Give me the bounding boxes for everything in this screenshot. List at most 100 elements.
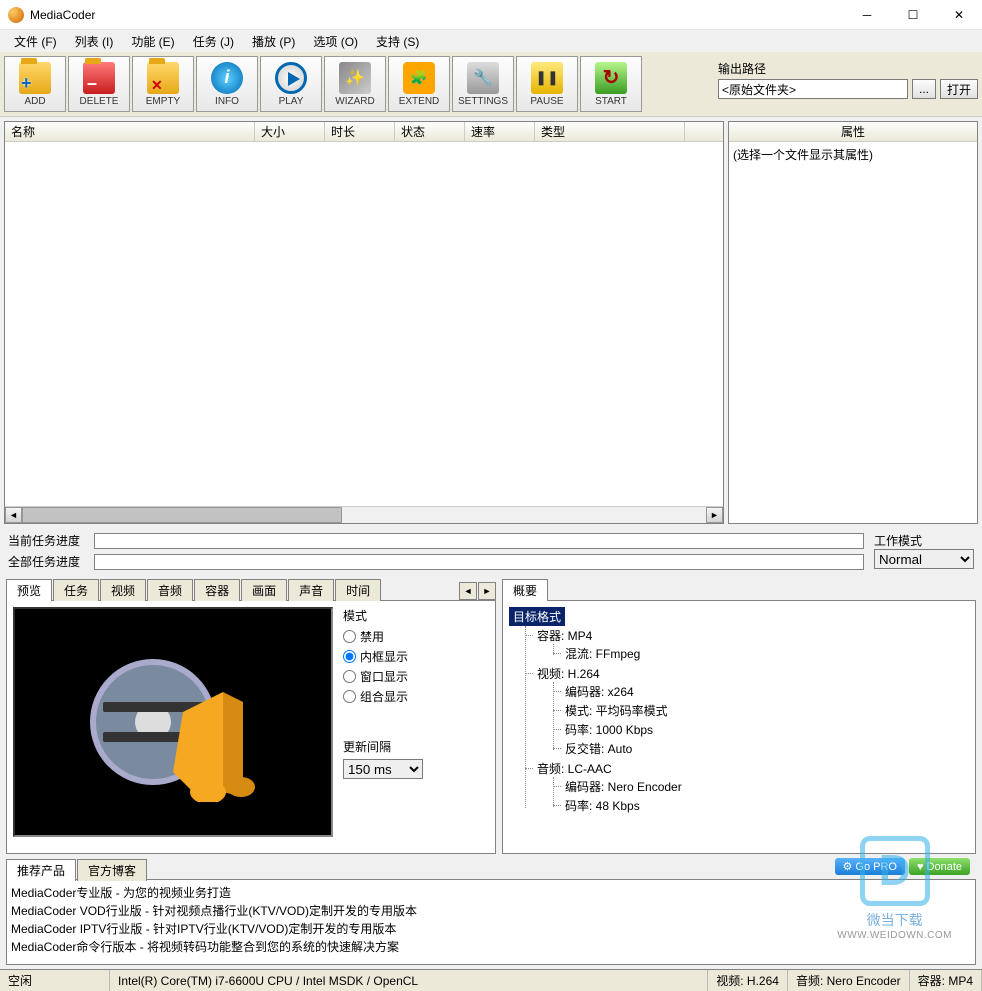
menu-item[interactable]: 功能 (E)	[123, 31, 182, 52]
donate-badge[interactable]: ♥ Donate	[909, 858, 970, 875]
info-button-icon	[211, 62, 243, 94]
tree-item[interactable]: 编码器: x264	[553, 682, 969, 701]
menu-item[interactable]: 任务 (J)	[185, 31, 242, 52]
bottom-tab[interactable]: 推荐产品	[6, 859, 76, 881]
titlebar: MediaCoder ─ ☐ ✕	[0, 0, 982, 30]
tree-item[interactable]: 容器: MP4混流: FFmpeg	[525, 626, 969, 664]
work-mode-label: 工作模式	[874, 532, 974, 549]
delete-button[interactable]: DELETE	[68, 56, 130, 112]
file-list[interactable]: 名称大小时长状态速率类型 ◄►	[4, 121, 724, 524]
menubar: 文件 (F)列表 (I)功能 (E)任务 (J)播放 (P)选项 (O)支持 (…	[0, 30, 982, 52]
preview-mode-radio[interactable]	[343, 690, 356, 703]
output-path-input[interactable]	[718, 79, 908, 99]
tree-item[interactable]: 编码器: Nero Encoder	[553, 777, 969, 796]
current-progress-label: 当前任务进度	[8, 532, 88, 549]
add-button-icon	[19, 62, 51, 94]
info-button[interactable]: INFO	[196, 56, 258, 112]
menu-item[interactable]: 文件 (F)	[6, 31, 65, 52]
menu-item[interactable]: 播放 (P)	[244, 31, 303, 52]
promo-line[interactable]: MediaCoder命令行版本 - 将视频转码功能整合到您的系统的快速解决方案	[11, 938, 971, 956]
maximize-button[interactable]: ☐	[890, 0, 936, 30]
tab-时间[interactable]: 时间	[335, 579, 381, 601]
close-button[interactable]: ✕	[936, 0, 982, 30]
status-cpu: Intel(R) Core(TM) i7-6600U CPU / Intel M…	[110, 970, 708, 991]
settings-button[interactable]: SETTINGS	[452, 56, 514, 112]
total-progress-label: 全部任务进度	[8, 553, 88, 570]
column-header[interactable]: 名称	[5, 122, 255, 141]
tree-item[interactable]: 视频: H.264编码器: x264模式: 平均码率模式码率: 1000 Kbp…	[525, 664, 969, 759]
toolbar: ADDDELETEEMPTYINFOPLAYWIZARDEXTENDSETTIN…	[4, 56, 642, 112]
empty-button[interactable]: EMPTY	[132, 56, 194, 112]
tree-item[interactable]: 反交错: Auto	[553, 739, 969, 758]
tab-视频[interactable]: 视频	[100, 579, 146, 601]
go-pro-badge[interactable]: ⚙ Go PRO	[835, 858, 905, 875]
column-header[interactable]: 大小	[255, 122, 325, 141]
menu-item[interactable]: 支持 (S)	[368, 31, 427, 52]
refresh-interval-select[interactable]: 150 ms	[343, 759, 423, 779]
add-button[interactable]: ADD	[4, 56, 66, 112]
properties-pane: 属性 (选择一个文件显示其属性)	[728, 121, 978, 524]
menu-item[interactable]: 选项 (O)	[305, 31, 366, 52]
properties-header: 属性	[729, 122, 977, 142]
column-header[interactable]: 时长	[325, 122, 395, 141]
delete-button-icon	[83, 62, 115, 94]
column-header[interactable]: 速率	[465, 122, 535, 141]
tab-画面[interactable]: 画面	[241, 579, 287, 601]
overview-tree[interactable]: 目标格式 容器: MP4混流: FFmpeg视频: H.264编码器: x264…	[502, 600, 976, 854]
preview-mode-radio[interactable]	[343, 670, 356, 683]
statusbar: 空闲 Intel(R) Core(TM) i7-6600U CPU / Inte…	[0, 969, 982, 991]
status-audio: 音频: Nero Encoder	[788, 970, 910, 991]
wizard-button-icon	[339, 62, 371, 94]
refresh-label: 更新间隔	[343, 738, 489, 755]
extend-button[interactable]: EXTEND	[388, 56, 450, 112]
preview-mode-radio[interactable]	[343, 630, 356, 643]
column-header[interactable]: 类型	[535, 122, 685, 141]
tree-root[interactable]: 目标格式	[509, 607, 565, 626]
tree-item[interactable]: 码率: 1000 Kbps	[553, 720, 969, 739]
tab-容器[interactable]: 容器	[194, 579, 240, 601]
extend-button-icon	[403, 62, 435, 94]
play-button-icon	[275, 62, 307, 94]
preview-mode-radio[interactable]	[343, 650, 356, 663]
tab-音频[interactable]: 音频	[147, 579, 193, 601]
play-button[interactable]: PLAY	[260, 56, 322, 112]
preview-mode-label: 模式	[343, 607, 489, 624]
start-button[interactable]: START	[580, 56, 642, 112]
menu-item[interactable]: 列表 (I)	[67, 31, 122, 52]
minimize-button[interactable]: ─	[844, 0, 890, 30]
work-mode-select[interactable]: Normal	[874, 549, 974, 569]
app-icon	[8, 7, 24, 23]
browse-button[interactable]: ...	[912, 79, 936, 99]
tree-item[interactable]: 音频: LC-AAC编码器: Nero Encoder码率: 48 Kbps	[525, 759, 969, 816]
promo-panel: MediaCoder专业版 - 为您的视频业务打造MediaCoder VOD行…	[6, 879, 976, 965]
tab-声音[interactable]: 声音	[288, 579, 334, 601]
tab-预览[interactable]: 预览	[6, 579, 52, 601]
tree-item[interactable]: 混流: FFmpeg	[553, 644, 969, 663]
bottom-tab[interactable]: 官方博客	[77, 859, 147, 881]
output-path-label: 输出路径	[718, 60, 978, 77]
promo-line[interactable]: MediaCoder专业版 - 为您的视频业务打造	[11, 884, 971, 902]
status-video: 视频: H.264	[708, 970, 788, 991]
current-progress-bar	[94, 533, 864, 549]
wizard-button[interactable]: WIZARD	[324, 56, 386, 112]
tab-任务[interactable]: 任务	[53, 579, 99, 601]
promo-line[interactable]: MediaCoder IPTV行业版 - 针对IPTV行业(KTV/VOD)定制…	[11, 920, 971, 938]
column-header[interactable]: 状态	[395, 122, 465, 141]
window-title: MediaCoder	[30, 8, 844, 22]
open-button[interactable]: 打开	[940, 79, 978, 99]
pause-button[interactable]: PAUSE	[516, 56, 578, 112]
empty-button-icon	[147, 62, 179, 94]
status-state: 空闲	[0, 970, 110, 991]
promo-line[interactable]: MediaCoder VOD行业版 - 针对视频点播行业(KTV/VOD)定制开…	[11, 902, 971, 920]
h-scrollbar[interactable]: ◄►	[5, 506, 723, 523]
tab-scroll-right[interactable]: ►	[478, 582, 496, 600]
start-button-icon	[595, 62, 627, 94]
properties-placeholder: (选择一个文件显示其属性)	[729, 142, 977, 523]
tree-item[interactable]: 模式: 平均码率模式	[553, 701, 969, 720]
tree-item[interactable]: 码率: 48 Kbps	[553, 796, 969, 815]
settings-button-icon	[467, 62, 499, 94]
status-container: 容器: MP4	[910, 970, 982, 991]
tab-overview[interactable]: 概要	[502, 579, 548, 601]
preview-display	[13, 607, 333, 837]
tab-scroll-left[interactable]: ◄	[459, 582, 477, 600]
